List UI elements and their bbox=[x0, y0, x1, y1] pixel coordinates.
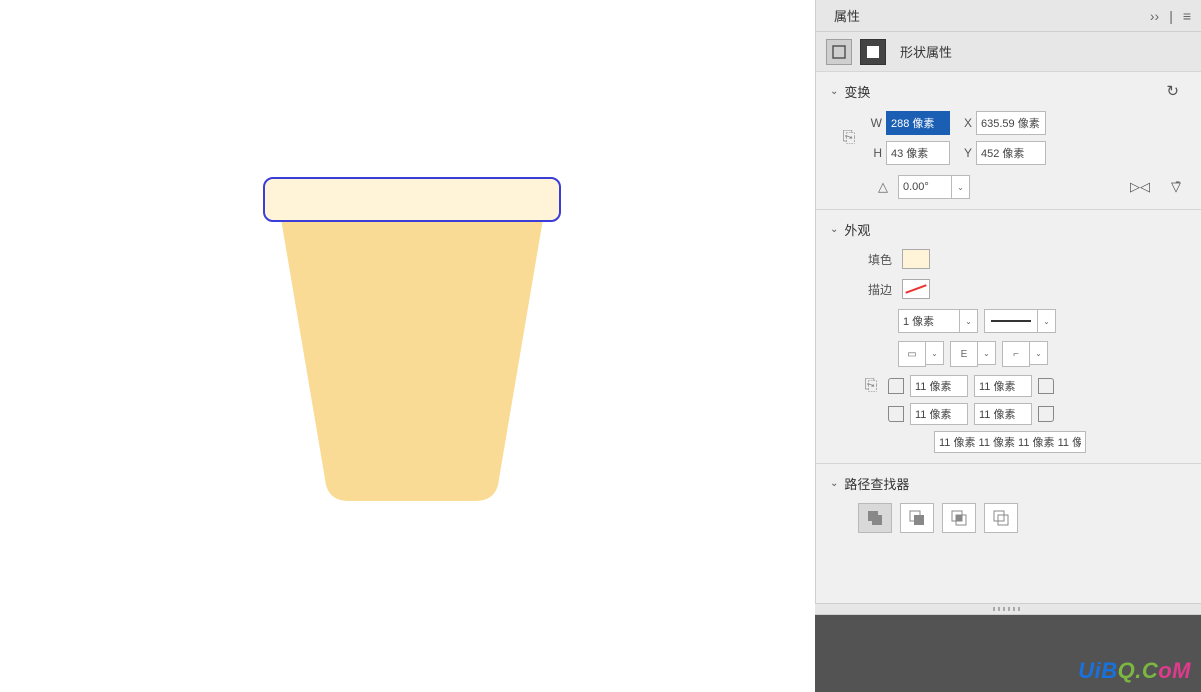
pathfinder-unite-button[interactable] bbox=[858, 503, 892, 533]
stroke-width-input[interactable] bbox=[898, 309, 960, 333]
angle-dropdown[interactable]: ⌄ bbox=[952, 175, 970, 199]
stroke-cap-dropdown[interactable]: ⌄ bbox=[978, 341, 996, 365]
chevron-down-icon: ⌄ bbox=[830, 478, 838, 489]
stroke-label: 描边 bbox=[868, 281, 892, 298]
stroke-style-select[interactable] bbox=[984, 309, 1038, 333]
x-input[interactable] bbox=[976, 111, 1046, 135]
pathfinder-section: ⌄ 路径查找器 bbox=[816, 464, 1201, 543]
corner-tl-icon bbox=[888, 378, 904, 394]
width-input[interactable] bbox=[886, 111, 950, 135]
appearance-header[interactable]: ⌄ 外观 bbox=[830, 220, 1187, 239]
corner-tr-input[interactable] bbox=[974, 375, 1032, 397]
height-input[interactable] bbox=[886, 141, 950, 165]
height-label: H bbox=[868, 146, 882, 160]
stroke-swatch[interactable] bbox=[902, 279, 930, 299]
angle-icon: △ bbox=[878, 179, 888, 195]
panel-subtitle: 形状属性 bbox=[900, 42, 952, 61]
pathfinder-intersect-button[interactable] bbox=[942, 503, 976, 533]
transform-section: ⌄ 变换 ↻ ⎘ W H X Y bbox=[816, 72, 1201, 210]
angle-input[interactable] bbox=[898, 175, 952, 199]
link-corners-icon[interactable]: ⎘ bbox=[860, 377, 882, 395]
menu-icon[interactable]: ≡ bbox=[1183, 8, 1191, 24]
width-label: W bbox=[868, 116, 882, 130]
pathfinder-subtract-button[interactable] bbox=[900, 503, 934, 533]
watermark: UiBQ.CoM bbox=[1078, 658, 1191, 684]
canvas-area[interactable] bbox=[0, 0, 815, 692]
stroke-join-dropdown[interactable]: ⌄ bbox=[1030, 341, 1048, 365]
reset-icon[interactable]: ↻ bbox=[1166, 82, 1179, 100]
collapse-icon[interactable]: ›› bbox=[1150, 8, 1159, 24]
corner-tr-icon bbox=[1038, 378, 1054, 394]
stroke-align-button[interactable]: ▭ bbox=[898, 341, 926, 367]
appearance-section: ⌄ 外观 填色 描边 ⌄ ⌄ ▭⌄ E⌄ ⌐⌄ bbox=[816, 210, 1201, 464]
mask-mode-button[interactable] bbox=[860, 39, 886, 65]
pathfinder-header[interactable]: ⌄ 路径查找器 bbox=[830, 474, 1187, 493]
stroke-align-dropdown[interactable]: ⌄ bbox=[926, 341, 944, 365]
chevron-down-icon: ⌄ bbox=[830, 224, 838, 235]
flip-horizontal-icon[interactable]: ▷◁ bbox=[1129, 176, 1151, 198]
corner-bl-icon bbox=[888, 406, 904, 422]
stroke-cap-button[interactable]: E bbox=[950, 341, 978, 367]
stroke-width-dropdown[interactable]: ⌄ bbox=[960, 309, 978, 333]
shape-mode-button[interactable] bbox=[826, 39, 852, 65]
fill-swatch[interactable] bbox=[902, 249, 930, 269]
panel-subheader: 形状属性 bbox=[816, 32, 1201, 72]
cup-body-shape bbox=[281, 219, 543, 501]
corner-bl-input[interactable] bbox=[910, 403, 968, 425]
fill-label: 填色 bbox=[868, 251, 892, 268]
x-label: X bbox=[958, 116, 972, 130]
panel-resize-handle[interactable] bbox=[815, 603, 1201, 615]
y-label: Y bbox=[958, 146, 972, 160]
corner-br-input[interactable] bbox=[974, 403, 1032, 425]
corner-summary-input[interactable] bbox=[934, 431, 1086, 453]
stroke-join-button[interactable]: ⌐ bbox=[1002, 341, 1030, 367]
stroke-style-dropdown[interactable]: ⌄ bbox=[1038, 309, 1056, 333]
chevron-down-icon: ⌄ bbox=[830, 86, 838, 97]
pathfinder-exclude-button[interactable] bbox=[984, 503, 1018, 533]
properties-panel: 属性 ›› | ≡ 形状属性 ⌄ 变换 ↻ ⎘ W H bbox=[815, 0, 1201, 603]
link-wh-icon[interactable]: ⎘ bbox=[838, 129, 860, 147]
corner-tl-input[interactable] bbox=[910, 375, 968, 397]
divider: | bbox=[1169, 8, 1173, 24]
panel-tab-properties[interactable]: 属性 bbox=[826, 6, 868, 25]
y-input[interactable] bbox=[976, 141, 1046, 165]
flip-vertical-icon[interactable]: ▽̄ bbox=[1165, 176, 1187, 198]
corner-br-icon bbox=[1038, 406, 1054, 422]
cup-lid-shape-selected[interactable] bbox=[263, 177, 561, 222]
panel-header: 属性 ›› | ≡ bbox=[816, 0, 1201, 32]
transform-header[interactable]: ⌄ 变换 bbox=[830, 82, 1187, 101]
